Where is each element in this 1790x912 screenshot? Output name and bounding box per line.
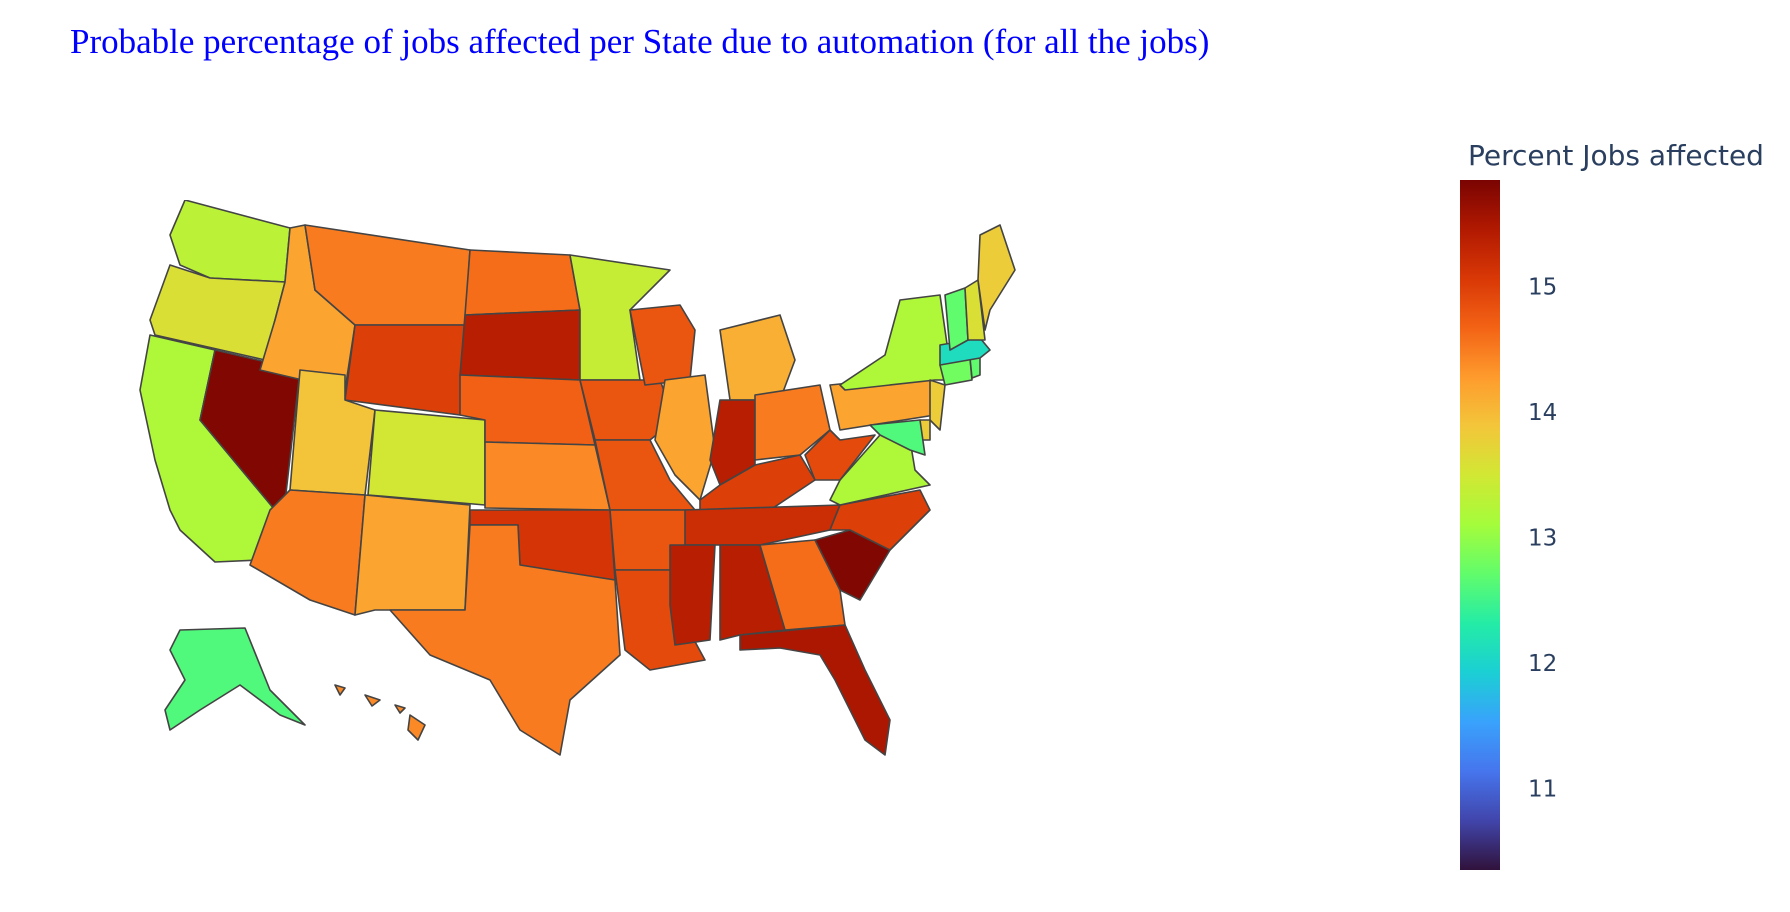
state-co[interactable]: CO: 13.5 [367, 409, 486, 506]
states-layer: WA: 13.3OR: 13.6CA: 13.2NV: 15.8ID: 14.2… [139, 200, 1016, 756]
state-wy[interactable]: WY: 15 [344, 324, 466, 416]
state-wa[interactable]: WA: 13.3 [169, 200, 291, 283]
state-nd[interactable]: ND: 14.6 [464, 249, 581, 316]
colorbar-tick-label: 11 [1528, 776, 1557, 802]
state-me[interactable]: ME: 13.8 [977, 224, 1016, 331]
us-choropleth-map: WA: 13.3OR: 13.6CA: 13.2NV: 15.8ID: 14.2… [139, 200, 1016, 756]
state-hi[interactable]: HI: 14.4 [334, 684, 426, 741]
state-nm[interactable]: NM: 14.2 [354, 494, 471, 616]
chart-title: Probable percentage of jobs affected per… [70, 22, 1210, 61]
state-ks[interactable]: KS: 14.4 [484, 441, 611, 511]
state-ri[interactable]: RI: 12.7 [969, 357, 981, 379]
state-nj[interactable]: NJ: 13.8 [929, 379, 946, 431]
colorbar-tick-label: 12 [1528, 651, 1557, 677]
colorbar-gradient [1460, 180, 1500, 870]
state-vt[interactable]: VT: 12.7 [944, 287, 969, 351]
colorbar: 11 12 13 14 15 [1460, 180, 1557, 870]
state-sd[interactable]: SD: 15.4 [459, 309, 581, 381]
colorbar-tick-label: 15 [1528, 275, 1557, 301]
colorbar-tick-label: 14 [1528, 400, 1557, 426]
colorbar-tick-label: 13 [1528, 526, 1557, 552]
state-ms[interactable]: MS: 15.4 [669, 544, 716, 646]
colorbar-title: Percent Jobs affected [1468, 139, 1764, 172]
state-mi[interactable]: MI: 14.1 [719, 314, 796, 401]
state-fl[interactable]: FL: 15.5 [739, 624, 891, 756]
state-ak[interactable]: AK: 12.6 [164, 627, 306, 731]
